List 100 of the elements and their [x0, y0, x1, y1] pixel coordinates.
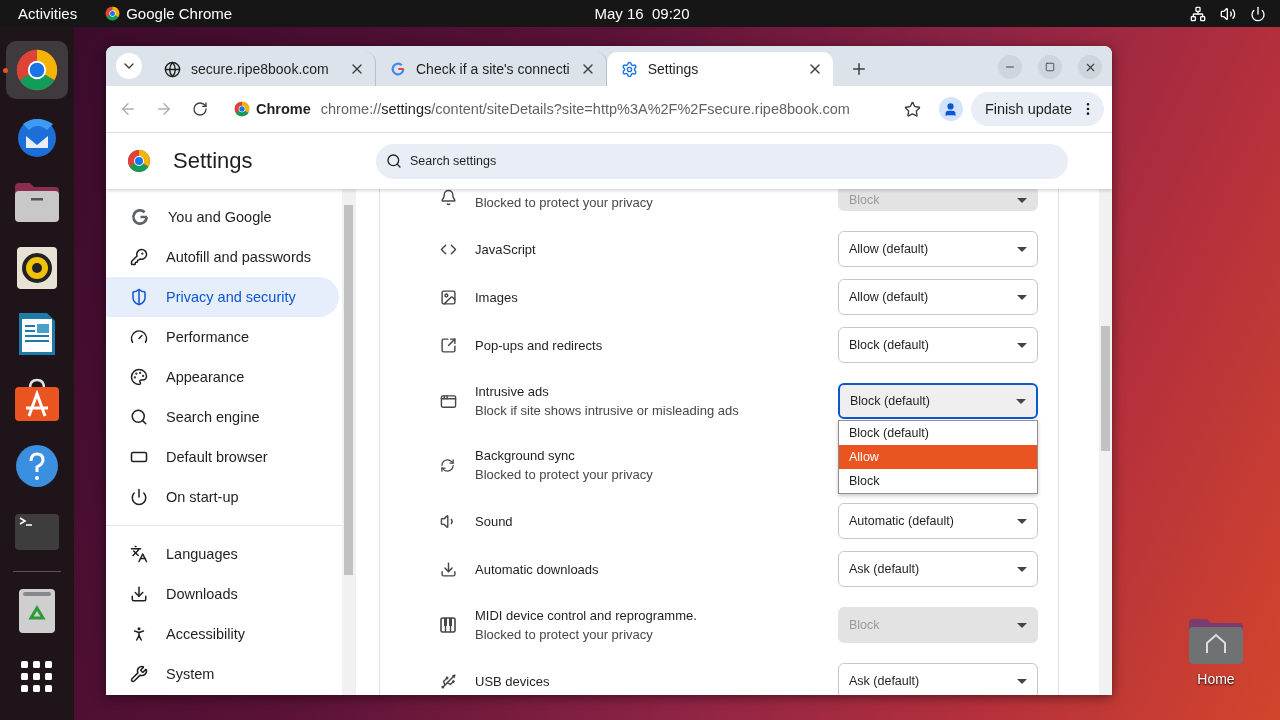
clock[interactable]: May 16 09:20 — [594, 5, 690, 22]
usb-icon — [440, 672, 457, 690]
maximize-icon — [1045, 62, 1055, 72]
caret-icon — [1017, 678, 1027, 684]
power-icon[interactable] — [1250, 5, 1266, 22]
gear-icon — [620, 60, 638, 78]
chrome-logo-icon — [127, 149, 151, 173]
close-button[interactable] — [1078, 55, 1102, 79]
app-grid-icon — [21, 661, 53, 693]
scrollbar[interactable] — [342, 189, 355, 695]
sidebar-item[interactable]: Autofill and passwords — [106, 237, 339, 277]
folder-icon — [14, 181, 60, 223]
volume-icon[interactable] — [1220, 5, 1236, 22]
dropdown-option[interactable]: Allow — [839, 445, 1037, 469]
setting-title: USB devices — [475, 673, 550, 689]
trash-icon — [18, 588, 56, 634]
sidebar-item[interactable]: Search engine — [106, 397, 339, 437]
forward-arrow-icon — [155, 100, 173, 118]
scrollbar[interactable] — [1099, 189, 1112, 695]
browser-tab[interactable]: secure.ripe8book.com — [150, 52, 376, 86]
caret-icon — [1017, 622, 1027, 628]
permission-select[interactable]: Ask (default) — [838, 551, 1038, 587]
activities-button[interactable]: Activities — [18, 5, 78, 22]
gauge-icon — [130, 328, 148, 346]
setting-title: Pop-ups and redirects — [475, 337, 603, 353]
setting-title: JavaScript — [475, 241, 536, 257]
permission-select[interactable]: Allow (default) — [838, 279, 1038, 315]
sidebar-item[interactable]: Privacy and security — [106, 277, 339, 317]
google-icon — [130, 207, 150, 227]
caret-icon — [1016, 398, 1026, 404]
globe-icon — [164, 60, 181, 78]
maximize-button[interactable] — [1038, 55, 1062, 79]
permission-select[interactable]: Automatic (default) — [838, 503, 1038, 539]
translate-icon — [130, 545, 148, 563]
setting-title: Intrusive ads — [475, 384, 550, 399]
person-icon — [943, 101, 959, 117]
dock-item[interactable] — [6, 41, 68, 99]
app-menu[interactable]: Google Chrome — [105, 5, 233, 22]
caret-icon — [1017, 197, 1027, 203]
power-icon — [130, 488, 148, 506]
browser-tab[interactable]: Settings — [606, 52, 833, 86]
permission-select[interactable]: Ask (default) — [838, 663, 1038, 695]
permission-select[interactable]: Block (default) — [838, 383, 1038, 419]
caret-icon — [1017, 246, 1027, 252]
sidebar-item[interactable]: On start-up — [106, 477, 339, 517]
caret-icon — [1017, 294, 1027, 300]
setting-title: Automatic downloads — [475, 561, 599, 577]
desktop-icon-label: Home — [1197, 671, 1235, 687]
minimize-button[interactable] — [998, 55, 1022, 79]
sidebar-item[interactable]: You and Google — [106, 197, 339, 237]
chrome-icon — [234, 101, 250, 117]
document-icon — [17, 311, 57, 357]
setting-title: MIDI device control and reprogramme. — [475, 608, 697, 623]
shopping-bag-icon — [14, 378, 60, 422]
image-icon — [440, 288, 457, 306]
help-icon — [15, 444, 59, 488]
sidebar-item[interactable]: Downloads — [106, 574, 339, 614]
caret-icon — [1017, 342, 1027, 348]
terminal-icon — [14, 513, 60, 551]
caret-icon — [1017, 518, 1027, 524]
search-field[interactable]: Search settings — [376, 143, 1068, 179]
search-icon — [130, 408, 148, 426]
sidebar-item[interactable]: Default browser — [106, 437, 339, 477]
dropdown-option[interactable]: Block — [839, 469, 1037, 493]
shield-icon — [130, 288, 148, 306]
key-icon — [130, 248, 148, 266]
window-icon — [440, 392, 457, 410]
setting-description: Block if site shows intrusive or misleading ads — [475, 403, 739, 418]
settings-title: Settings — [173, 148, 253, 174]
search-icon — [386, 153, 402, 169]
chrome-icon — [15, 48, 59, 92]
wrench-icon — [130, 665, 148, 683]
permission-select[interactable]: Allow (default) — [838, 231, 1038, 267]
setting-title: Images — [475, 289, 518, 305]
external-link-icon — [440, 336, 457, 354]
home-folder-icon[interactable] — [1187, 617, 1245, 665]
download-icon — [440, 560, 457, 578]
caret-icon — [1017, 566, 1027, 572]
network-icon[interactable] — [1190, 5, 1206, 22]
sidebar-item[interactable]: System — [106, 654, 339, 694]
browser-tab[interactable]: Check if a site's connecti — [376, 52, 607, 86]
setting-description: Blocked to protect your privacy — [475, 627, 654, 642]
reload-icon — [192, 101, 208, 117]
setting-description: Blocked to protect your privacy — [475, 467, 653, 482]
setting-description: Blocked to protect your privacy — [475, 195, 653, 210]
dropdown-option[interactable]: Block (default) — [839, 421, 1037, 445]
download-icon — [130, 585, 148, 603]
profile-button[interactable] — [938, 97, 963, 121]
finish-update-button[interactable]: Finish update — [970, 92, 1104, 126]
google-icon — [390, 61, 406, 77]
bookmark-star-icon[interactable] — [903, 100, 921, 118]
sidebar-item[interactable]: Performance — [106, 317, 339, 357]
sidebar-item[interactable]: Appearance — [106, 357, 339, 397]
speaker-icon — [15, 246, 59, 290]
chrome-icon — [105, 6, 121, 21]
sidebar-item[interactable]: Languages — [106, 534, 339, 574]
piano-icon — [440, 617, 456, 633]
sync-icon — [440, 457, 455, 473]
sidebar-item[interactable]: Accessibility — [106, 614, 339, 654]
permission-select[interactable]: Block (default) — [838, 327, 1038, 363]
